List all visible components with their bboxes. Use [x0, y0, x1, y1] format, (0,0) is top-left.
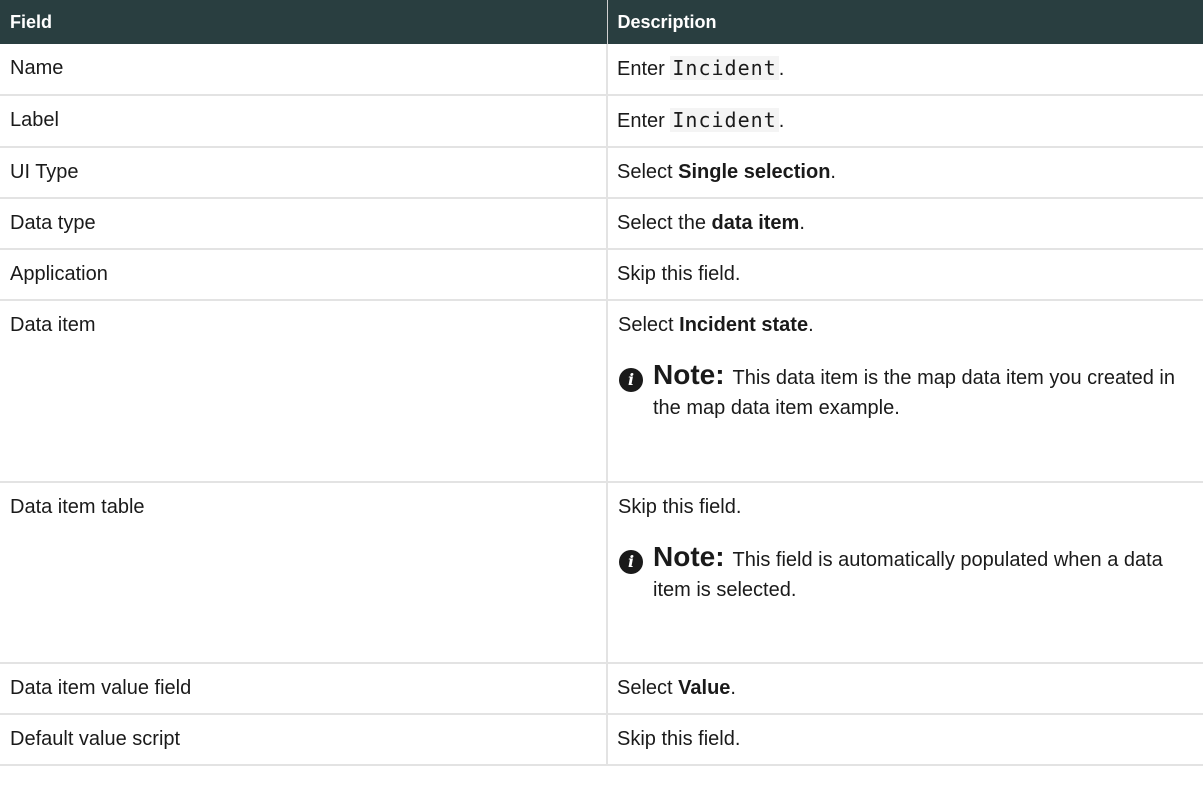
- field-label: Data item table: [10, 496, 145, 518]
- description-line: Select Incident state.: [618, 301, 1193, 350]
- description-text: Select: [618, 314, 680, 336]
- description-line: Skip this field.: [618, 496, 742, 518]
- note-body: Note: This field is automatically populat…: [653, 542, 1193, 605]
- note-callout: i Note: This data item is the map data it…: [618, 360, 1193, 423]
- description-cell: Select Incident state. i Note: This data …: [607, 300, 1203, 483]
- note-callout: i Note: This field is automatically popul…: [618, 542, 1193, 605]
- description-text: Enter: [617, 110, 671, 132]
- column-header-description: Description: [607, 0, 1203, 44]
- code-value: Incident: [670, 56, 779, 80]
- field-cell: Data item: [0, 300, 608, 483]
- punctuation: .: [799, 212, 805, 234]
- info-icon: i: [619, 550, 643, 574]
- field-cell: Name: [0, 44, 608, 96]
- description-cell: Skip this field.: [607, 249, 1203, 301]
- description-text: Enter: [617, 58, 671, 80]
- description-cell: Select the data item.: [607, 198, 1203, 250]
- field-cell: Default value script: [0, 714, 608, 766]
- description-text: Select: [617, 677, 679, 699]
- table-row: Data item Select Incident state. i Note:…: [0, 300, 1203, 483]
- punctuation: .: [830, 161, 836, 183]
- description-cell: Skip this field. i Note: This field is au…: [607, 482, 1203, 664]
- field-label: Data item: [10, 314, 96, 336]
- description-cell: Select Value.: [607, 663, 1203, 715]
- code-value: Incident: [670, 108, 779, 132]
- ui-term: Single selection: [678, 161, 831, 183]
- description-text: Select: [617, 161, 679, 183]
- table-row: Name Enter Incident.: [0, 44, 1203, 96]
- punctuation: .: [778, 58, 785, 80]
- fields-table: Field Description Name Enter Incident. L…: [0, 0, 1203, 766]
- ui-term: Value: [678, 677, 731, 699]
- note-text: This data item is the map data item you …: [653, 367, 1175, 419]
- punctuation: .: [808, 314, 814, 336]
- table-row: Data type Select the data item.: [0, 198, 1203, 250]
- field-cell: Label: [0, 95, 608, 148]
- field-cell: Data item table: [0, 482, 608, 664]
- info-icon: i: [619, 368, 643, 392]
- note-body: Note: This data item is the map data item…: [653, 360, 1193, 423]
- description-cell: Enter Incident.: [607, 44, 1203, 96]
- description-cell: Enter Incident.: [607, 95, 1203, 148]
- punctuation: .: [778, 110, 785, 132]
- note-text: This field is automatically populated wh…: [653, 549, 1163, 601]
- note-label: Note:: [653, 359, 725, 390]
- punctuation: .: [730, 677, 736, 699]
- table-row: Label Enter Incident.: [0, 95, 1203, 148]
- table-row: Data item value field Select Value.: [0, 663, 1203, 715]
- field-cell: Data item value field: [0, 663, 608, 715]
- field-cell: UI Type: [0, 147, 608, 199]
- field-cell: Data type: [0, 198, 608, 250]
- table-row: Application Skip this field.: [0, 249, 1203, 301]
- description-cell: Select Single selection.: [607, 147, 1203, 199]
- description-text: Select the: [617, 212, 712, 234]
- table-row: Data item table Skip this field. i Note:…: [0, 482, 1203, 664]
- table-row: Default value script Skip this field.: [0, 714, 1203, 766]
- ui-term: data item: [711, 212, 800, 234]
- description-cell: Skip this field.: [607, 714, 1203, 766]
- table-header-row: Field Description: [0, 0, 1203, 44]
- ui-term: Incident state: [679, 314, 809, 336]
- column-header-field: Field: [0, 0, 608, 44]
- note-label: Note:: [653, 541, 725, 572]
- table-row: UI Type Select Single selection.: [0, 147, 1203, 199]
- field-cell: Application: [0, 249, 608, 301]
